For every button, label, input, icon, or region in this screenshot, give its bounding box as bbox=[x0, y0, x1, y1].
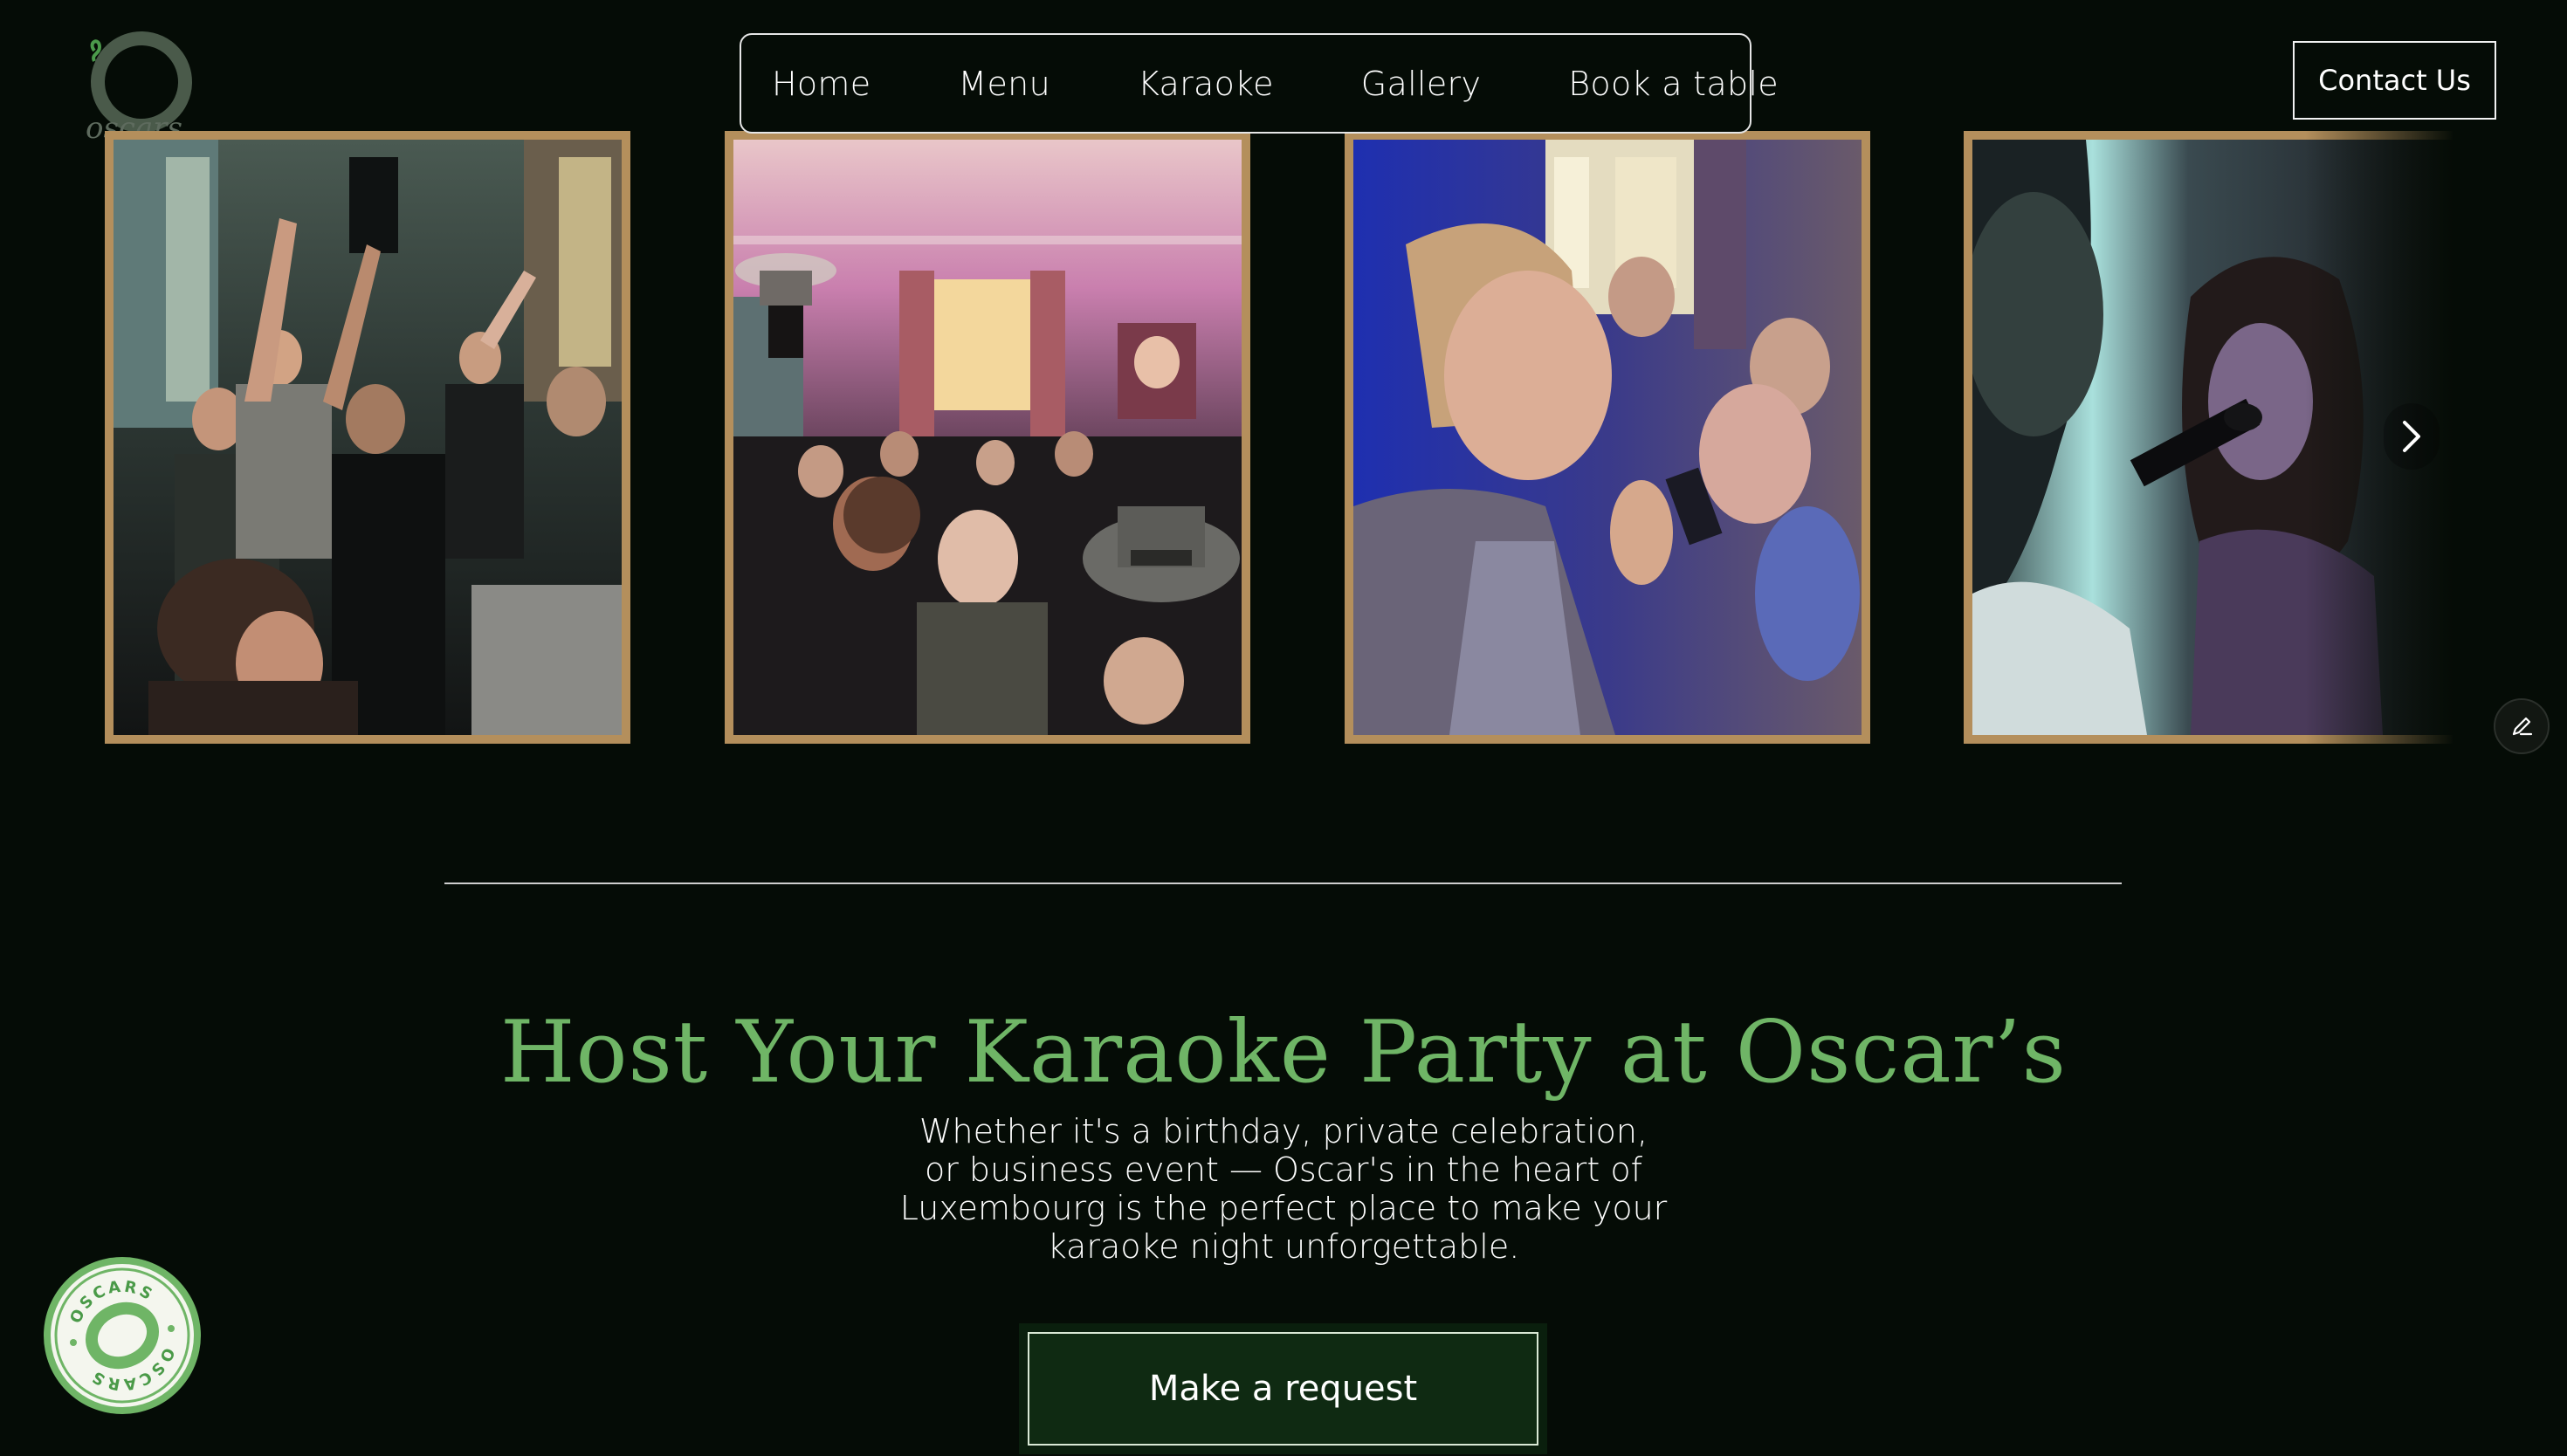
crowd-cheering-photo bbox=[105, 131, 630, 744]
page-heading: Host Your Karaoke Party at Oscar’s bbox=[500, 1002, 2067, 1102]
singer-microphone-photo bbox=[1964, 131, 2453, 744]
woman-singing-photo bbox=[1345, 131, 1870, 744]
cta-wrapper: Make a request bbox=[1019, 1323, 1547, 1454]
crowded-room-photo bbox=[725, 131, 1250, 744]
oscars-badge[interactable]: OSCARS OSCARS bbox=[42, 1255, 203, 1416]
main-nav: Home Menu Karaoke Gallery Book a table bbox=[740, 33, 1779, 134]
nav-item-karaoke[interactable]: Karaoke bbox=[1138, 65, 1274, 103]
oscars-logo[interactable]: oscars bbox=[77, 31, 199, 145]
pencil-icon bbox=[2512, 717, 2533, 736]
edit-button[interactable] bbox=[2494, 698, 2550, 754]
contact-us-button[interactable]: Contact Us bbox=[2293, 41, 2496, 120]
chevron-right-icon bbox=[2403, 421, 2420, 452]
section-divider bbox=[444, 883, 2122, 884]
photo-carousel bbox=[0, 131, 2567, 744]
nav-item-home[interactable]: Home bbox=[772, 65, 871, 103]
logo-icon: oscars bbox=[86, 31, 192, 145]
carousel-next-button[interactable] bbox=[2384, 403, 2440, 470]
oscars-badge-icon: OSCARS OSCARS bbox=[44, 1257, 201, 1414]
make-request-button[interactable]: Make a request bbox=[1028, 1332, 1538, 1446]
nav-item-menu[interactable]: Menu bbox=[958, 65, 1050, 103]
nav-item-book-a-table[interactable]: Book a table bbox=[1568, 65, 1779, 103]
intro-paragraph: Whether it's a birthday, private celebra… bbox=[899, 1112, 1668, 1266]
nav-item-gallery[interactable]: Gallery bbox=[1361, 65, 1481, 103]
